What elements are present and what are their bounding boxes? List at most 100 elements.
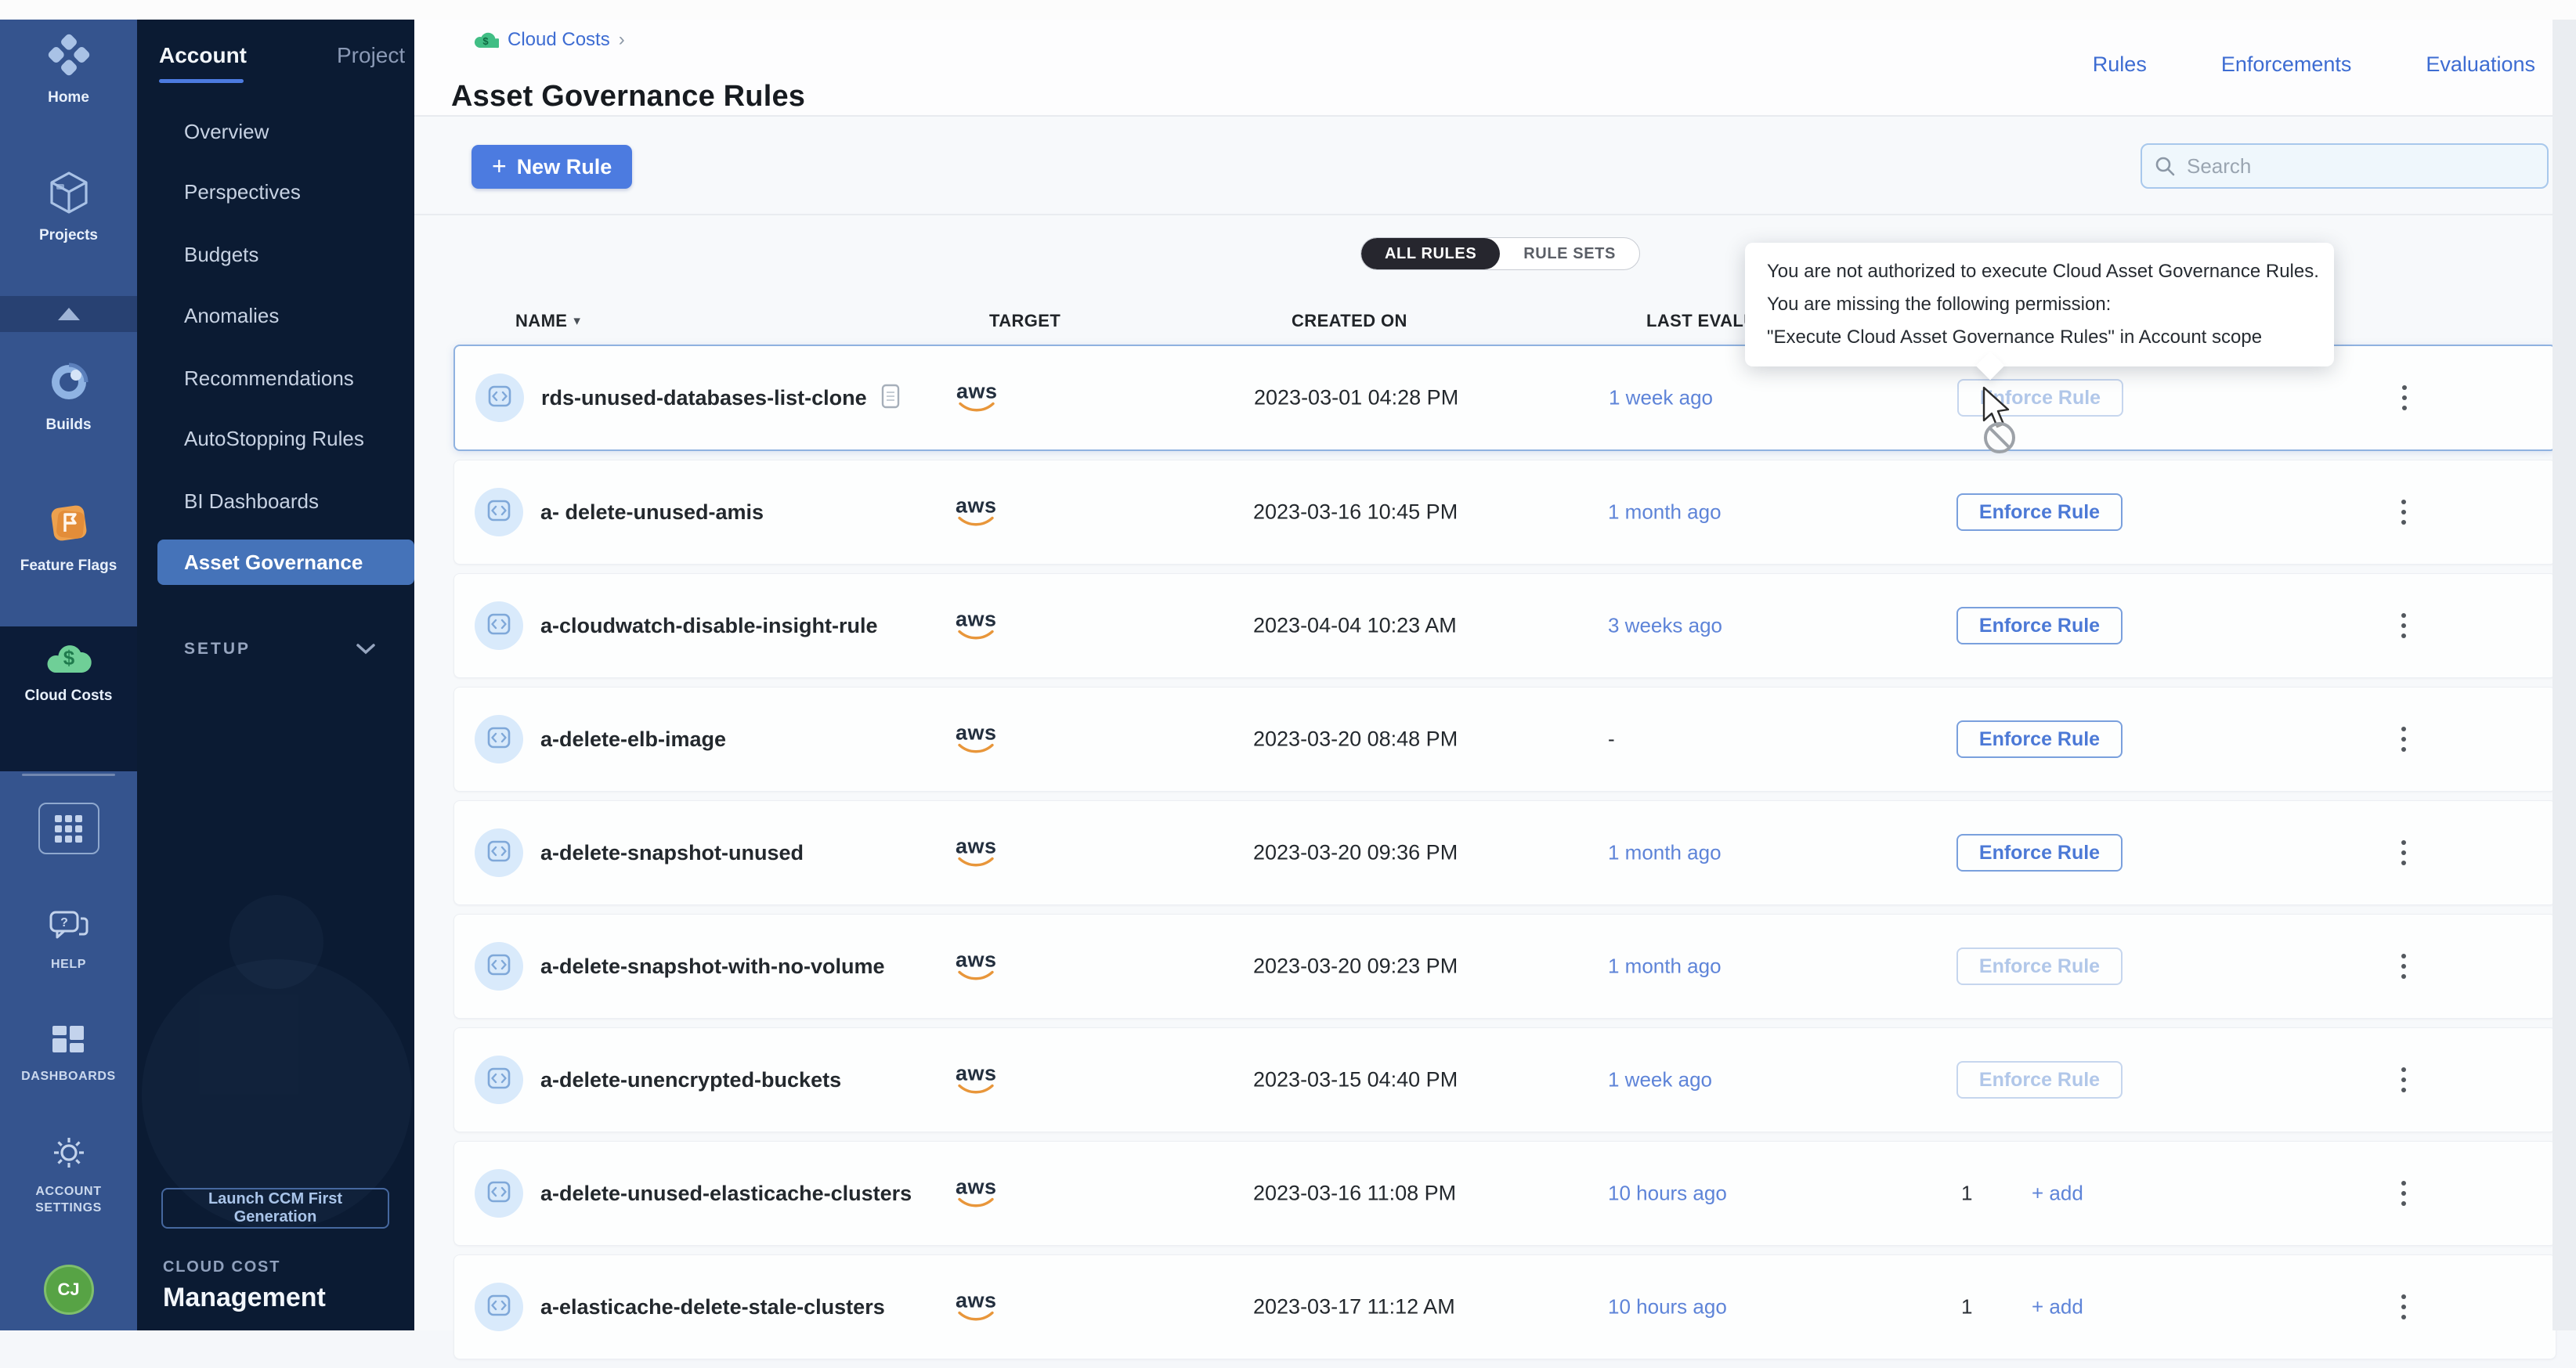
sidebar-module-projects[interactable]: Projects — [0, 170, 137, 244]
aws-logo: aws — [956, 723, 997, 756]
breadcrumb-link-cloud-costs[interactable]: Cloud Costs — [508, 29, 610, 51]
table-row[interactable]: a- delete-unused-amis aws 2023-03-16 10:… — [453, 460, 2556, 565]
table-row[interactable]: a-delete-unused-elasticache-clusters aws… — [453, 1141, 2556, 1246]
link-enforcements[interactable]: Enforcements — [2221, 52, 2352, 77]
add-enforcement-link[interactable]: + add — [2032, 1295, 2083, 1319]
builds-icon — [46, 359, 92, 409]
rail-collapse-button[interactable] — [0, 296, 137, 332]
rule-badge — [475, 488, 523, 536]
new-rule-label: New Rule — [517, 155, 612, 179]
sidebar-item-autostopping-rules[interactable]: AutoStopping Rules — [137, 414, 414, 463]
sidebar-module-feature-flags[interactable]: Feature Flags — [0, 500, 137, 575]
user-avatar[interactable]: CJ — [44, 1265, 94, 1315]
enforce-rule-button[interactable]: Enforce Rule — [1956, 720, 2123, 758]
sidebar-item-perspectives[interactable]: Perspectives — [137, 168, 414, 216]
row-menu-button[interactable] — [2395, 1175, 2412, 1212]
harness-logo-icon — [46, 32, 92, 81]
link-evaluations[interactable]: Evaluations — [2426, 52, 2535, 77]
enforce-rule-button[interactable]: Enforce Rule — [1956, 947, 2123, 985]
rule-file-icon — [486, 726, 512, 753]
last-evaluation-link[interactable]: 3 weeks ago — [1608, 614, 1722, 638]
breadcrumb-separator: › — [619, 29, 625, 51]
breadcrumb: $ Cloud Costs › — [474, 29, 625, 51]
search-input[interactable] — [2185, 153, 2534, 179]
table-row[interactable]: a-delete-elb-image aws 2023-03-20 08:48 … — [453, 687, 2556, 792]
enforce-rule-button[interactable]: Enforce Rule — [1956, 834, 2123, 872]
rule-badge — [475, 715, 523, 763]
rule-badge — [475, 942, 523, 991]
last-evaluation-link: - — [1608, 727, 1615, 752]
table-row[interactable]: a-delete-snapshot-unused aws 2023-03-20 … — [453, 800, 2556, 905]
enforcement-count: 1 — [1961, 1182, 1972, 1206]
table-row[interactable]: a-elasticache-delete-stale-clusters aws … — [453, 1254, 2556, 1359]
row-menu-button[interactable] — [2395, 1061, 2412, 1099]
table-row[interactable]: a-delete-snapshot-with-no-volume aws 202… — [453, 914, 2556, 1019]
created-on: 2023-03-01 04:28 PM — [1254, 386, 1458, 410]
page-title: Asset Governance Rules — [451, 80, 805, 114]
last-evaluation-link[interactable]: 1 month ago — [1608, 500, 1722, 525]
sidebar-module-builds[interactable]: Builds — [0, 359, 137, 434]
module-rail: Home Projects Builds Feature Flags $ Clou… — [0, 20, 137, 1330]
rule-name: a-delete-snapshot-with-no-volume — [540, 955, 885, 979]
table-row[interactable]: a-delete-unencrypted-buckets aws 2023-03… — [453, 1027, 2556, 1132]
column-header-target: TARGET — [989, 311, 1060, 331]
target-label: aws — [956, 496, 997, 517]
sidebar-item-budgets[interactable]: Budgets — [137, 230, 414, 279]
row-menu-button[interactable] — [2395, 720, 2412, 758]
sidebar-module-home[interactable]: Home — [0, 32, 137, 106]
row-menu-button[interactable] — [2395, 947, 2412, 985]
enforce-rule-button[interactable]: Enforce Rule — [1956, 493, 2123, 531]
tab-account[interactable]: Account — [159, 43, 247, 68]
row-menu-button[interactable] — [2395, 493, 2412, 531]
enforce-rule-button[interactable]: Enforce Rule — [1957, 379, 2123, 417]
sidebar-item-asset-governance[interactable]: Asset Governance — [137, 538, 414, 587]
sidebar-module-account-settings[interactable]: ACCOUNT SETTINGS — [0, 1133, 137, 1216]
sidebar-module-cloud-costs[interactable]: $ Cloud Costs — [0, 638, 137, 705]
row-menu-button[interactable] — [2395, 607, 2412, 644]
aws-swoosh-icon — [957, 1198, 995, 1211]
target-label: aws — [956, 1063, 997, 1085]
last-evaluation-link[interactable]: 1 month ago — [1608, 955, 1722, 979]
sidebar-module-dashboards[interactable]: DASHBOARDS — [0, 1023, 137, 1085]
aws-logo: aws — [956, 381, 998, 415]
rules-table-body: rds-unused-databases-list-clone aws 2023… — [453, 345, 2556, 1368]
table-row[interactable]: a-cloudwatch-disable-insight-rule aws 20… — [453, 573, 2556, 678]
enforcement-count: 1 — [1961, 1295, 1972, 1319]
row-menu-button[interactable] — [2395, 1288, 2412, 1326]
column-header-name[interactable]: NAME ▾ — [515, 311, 580, 331]
enforce-rule-button[interactable]: Enforce Rule — [1956, 1061, 2123, 1099]
copy-icon[interactable] — [880, 383, 901, 413]
row-menu-button[interactable] — [2395, 834, 2412, 872]
sidebar-item-overview[interactable]: Overview — [137, 107, 414, 156]
row-menu-button[interactable] — [2396, 379, 2413, 417]
sidebar-item-recommendations[interactable]: Recommendations — [137, 354, 414, 402]
enforce-rule-button[interactable]: Enforce Rule — [1956, 607, 2123, 644]
tab-project[interactable]: Project — [337, 43, 405, 68]
last-evaluation-link[interactable]: 1 month ago — [1608, 841, 1722, 865]
rule-file-icon — [486, 1294, 512, 1321]
sidebar-module-help[interactable]: ? HELP — [0, 909, 137, 973]
window-edge-strip — [2553, 0, 2576, 1330]
last-evaluation-link[interactable]: 10 hours ago — [1608, 1295, 1727, 1319]
rule-badge — [475, 374, 524, 422]
rule-name: a- delete-unused-amis — [540, 500, 764, 525]
sidebar-item-setup[interactable]: SETUP — [184, 640, 376, 659]
toolbar-divider — [414, 214, 2576, 215]
aws-logo: aws — [956, 1177, 997, 1211]
toggle-all-rules[interactable]: ALL RULES — [1361, 238, 1500, 269]
last-evaluation-link[interactable]: 1 week ago — [1608, 1068, 1712, 1092]
last-evaluation-link[interactable]: 10 hours ago — [1608, 1182, 1727, 1206]
toggle-rule-sets[interactable]: RULE SETS — [1500, 238, 1639, 269]
add-enforcement-link[interactable]: + add — [2032, 1182, 2083, 1206]
sidebar-item-anomalies[interactable]: Anomalies — [137, 291, 414, 340]
new-rule-button[interactable]: + New Rule — [471, 145, 632, 189]
launch-ccm-first-gen-button[interactable]: Launch CCM First Generation — [161, 1188, 389, 1229]
last-evaluation-link[interactable]: 1 week ago — [1609, 386, 1713, 410]
sidebar-item-bi-dashboards[interactable]: BI Dashboards — [137, 477, 414, 525]
chevron-down-icon — [356, 643, 376, 655]
tooltip-line: You are missing the following permission… — [1767, 288, 2312, 321]
rule-badge — [475, 1283, 523, 1331]
link-rules[interactable]: Rules — [2093, 52, 2147, 77]
module-picker-button[interactable] — [38, 803, 99, 854]
header-links: Rules Enforcements Evaluations — [2093, 52, 2535, 77]
